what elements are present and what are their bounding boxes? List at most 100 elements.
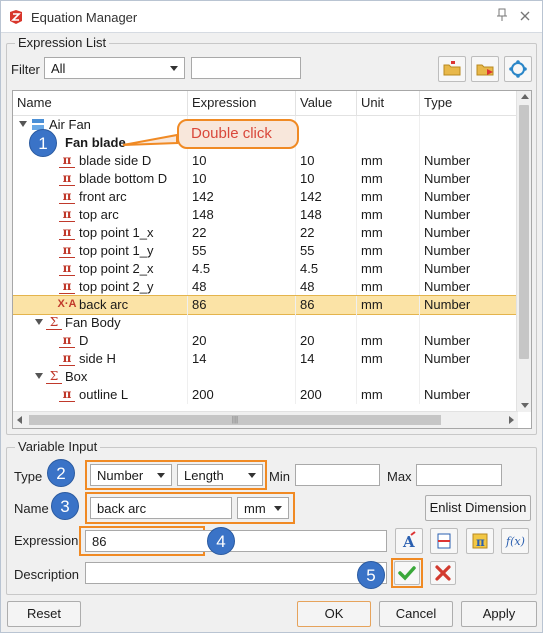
cell-value: 148	[296, 206, 357, 224]
cell-expression: 142	[188, 188, 296, 206]
cell-name: π top point 2_y	[13, 278, 188, 296]
svg-text:f(x): f(x)	[505, 535, 525, 548]
table-row[interactable]: π blade side D 10 10 mm Number	[13, 152, 518, 170]
description-input[interactable]	[85, 562, 387, 584]
enlist-dimension-button[interactable]: Enlist Dimension	[425, 495, 531, 521]
insert-function-button[interactable]: f(x)	[501, 528, 529, 554]
cancel-button[interactable]: Cancel	[379, 601, 453, 627]
table-row[interactable]: π blade bottom D 10 10 mm Number	[13, 170, 518, 188]
table-row[interactable]: Σ Fan Body	[13, 314, 518, 332]
apply-button[interactable]: Apply	[461, 601, 537, 627]
cell-expression: 14	[188, 350, 296, 368]
cell-expression: 10	[188, 152, 296, 170]
column-header-type[interactable]: Type	[420, 91, 518, 116]
table-row[interactable]: π top point 2_x 4.5 4.5 mm Number	[13, 260, 518, 278]
cell-type: Number	[420, 350, 518, 368]
table-row[interactable]: π side H 14 14 mm Number	[13, 350, 518, 368]
row-name-text: D	[79, 333, 89, 348]
cell-value: 48	[296, 278, 357, 296]
pi-icon: π	[59, 244, 75, 258]
cell-name: Σ Fan Body	[13, 314, 188, 332]
expression-list-title: Expression List	[15, 35, 110, 50]
type-select[interactable]: Number	[90, 464, 172, 486]
cell-expression: 20	[188, 332, 296, 350]
export-folder-button[interactable]	[471, 56, 499, 82]
table-row[interactable]: π top point 2_y 48 48 mm Number	[13, 278, 518, 296]
close-icon[interactable]	[516, 8, 534, 26]
filter-text-input[interactable]	[191, 57, 301, 79]
chevron-down-icon[interactable]	[35, 319, 43, 325]
table-row[interactable]: π front arc 142 142 mm Number	[13, 188, 518, 206]
unit-select[interactable]: mm	[237, 497, 289, 519]
table-row[interactable]: π outline L 200 200 mm Number	[13, 386, 518, 404]
table-row[interactable]: X·A back arc 86 86 mm Number	[13, 295, 518, 315]
row-name-text: back arc	[79, 297, 129, 312]
min-input[interactable]	[295, 464, 380, 486]
scroll-left-icon[interactable]	[17, 416, 22, 424]
cell-value: 10	[296, 152, 357, 170]
step-5-badge: 5	[357, 561, 385, 589]
vertical-scrollbar[interactable]	[516, 91, 531, 412]
cancel-edit-button[interactable]	[430, 561, 456, 585]
filter-select-value: All	[51, 61, 66, 76]
cell-expression: 4.5	[188, 260, 296, 278]
column-header-name[interactable]: Name	[13, 91, 188, 116]
cell-expression: 10	[188, 170, 296, 188]
table-row[interactable]: π top point 1_y 55 55 mm Number	[13, 242, 518, 260]
cell-value: 10	[296, 170, 357, 188]
callout-pointer-icon	[122, 133, 178, 146]
cell-type: Number	[420, 242, 518, 260]
chevron-down-icon[interactable]	[19, 121, 27, 127]
cell-type	[420, 314, 518, 332]
pi-icon: π	[472, 533, 488, 549]
cell-unit	[357, 134, 420, 152]
table-rows: Air Fan Fan blade π blade side D 10 10 mm Numbe…	[13, 116, 518, 406]
double-click-bubble: Double click	[177, 119, 299, 149]
reset-button[interactable]: Reset	[7, 601, 81, 627]
cell-expression	[188, 314, 296, 332]
table-row[interactable]: Σ Box	[13, 368, 518, 386]
cell-expression: 22	[188, 224, 296, 242]
function-icon: f(x)	[505, 535, 525, 548]
expression-input[interactable]: 86	[85, 530, 387, 552]
cell-type	[420, 116, 518, 134]
pi-icon: π	[59, 226, 75, 240]
pin-icon[interactable]	[493, 8, 511, 26]
open-folder-button[interactable]	[438, 56, 466, 82]
cell-expression: 86	[188, 296, 296, 314]
unit-kind-select-value: Length	[184, 468, 224, 483]
column-header-expression[interactable]: Expression	[188, 91, 296, 116]
table-insert-button[interactable]	[430, 528, 458, 554]
refresh-button[interactable]	[504, 56, 532, 82]
pi-icon: π	[59, 190, 75, 204]
name-label: Name	[14, 501, 49, 516]
unit-kind-select[interactable]: Length	[177, 464, 263, 486]
table-row[interactable]: π top arc 148 148 mm Number	[13, 206, 518, 224]
expression-label: Expression	[14, 533, 79, 548]
check-icon	[398, 566, 416, 581]
confirm-button[interactable]	[394, 561, 420, 585]
insert-variable-button[interactable]: π	[466, 528, 494, 554]
ok-button[interactable]: OK	[297, 601, 371, 627]
horizontal-scroll-thumb[interactable]: |||	[29, 415, 441, 425]
row-name-text: Fan Body	[65, 315, 121, 330]
cell-expression: 200	[188, 386, 296, 404]
cell-name: π outline L	[13, 386, 188, 404]
max-input[interactable]	[416, 464, 502, 486]
text-format-button[interactable]: A	[395, 528, 423, 554]
scroll-down-icon[interactable]	[521, 403, 529, 408]
scroll-up-icon[interactable]	[521, 94, 529, 99]
scroll-right-icon[interactable]	[509, 416, 514, 424]
chevron-down-icon[interactable]	[35, 373, 43, 379]
table-row[interactable]: π top point 1_x 22 22 mm Number	[13, 224, 518, 242]
column-header-value[interactable]: Value	[296, 91, 357, 116]
cell-unit: mm	[357, 278, 420, 296]
vertical-scroll-thumb[interactable]	[519, 105, 529, 359]
sum-icon: Σ	[46, 370, 62, 384]
cell-value: 4.5	[296, 260, 357, 278]
table-row[interactable]: π D 20 20 mm Number	[13, 332, 518, 350]
column-header-unit[interactable]: Unit	[357, 91, 420, 116]
horizontal-scrollbar[interactable]: |||	[13, 411, 518, 428]
name-input[interactable]: back arc	[90, 497, 232, 519]
filter-select[interactable]: All	[44, 57, 185, 79]
